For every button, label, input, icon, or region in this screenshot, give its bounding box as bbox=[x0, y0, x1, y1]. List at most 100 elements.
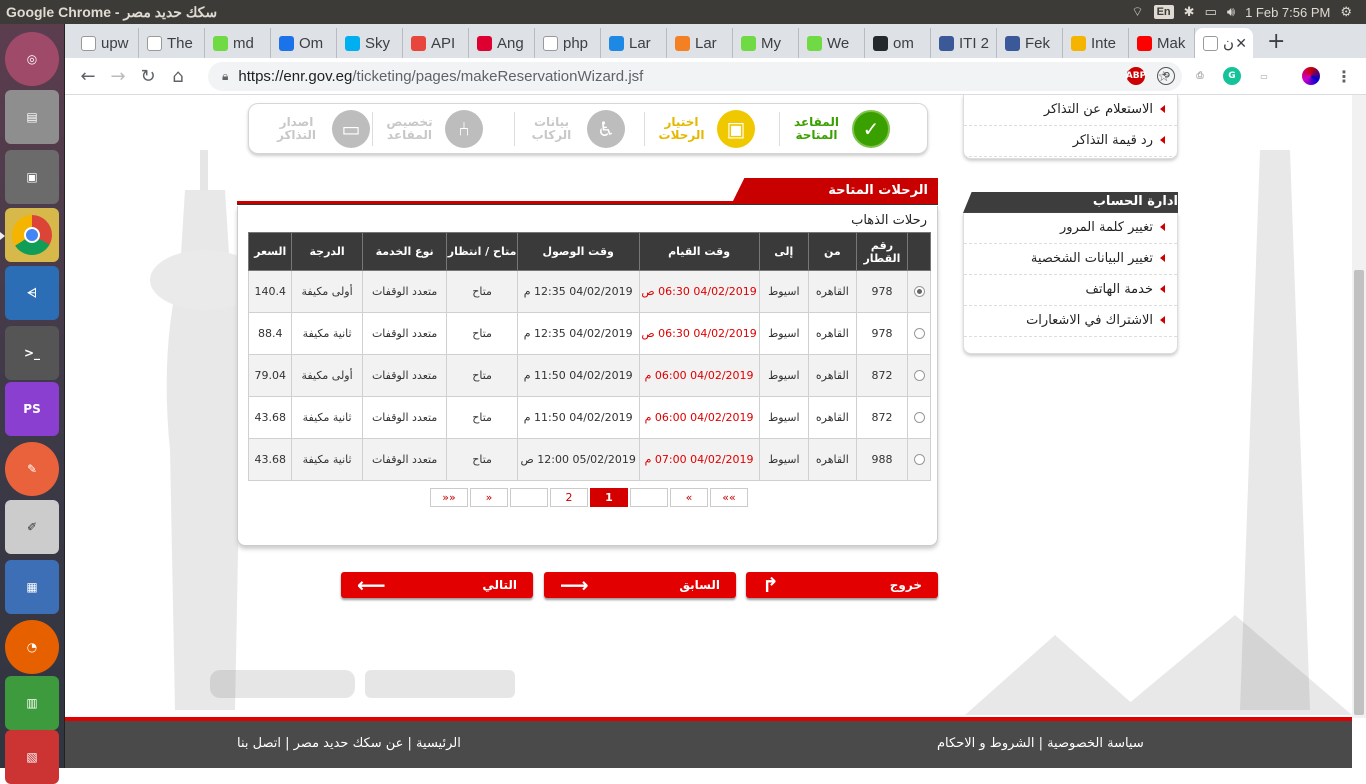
account-link[interactable]: خدمة الهاتف bbox=[964, 275, 1177, 306]
scrollbar-thumb[interactable] bbox=[1354, 270, 1364, 715]
column-header: رقم القطار bbox=[855, 232, 909, 271]
browser-tab[interactable]: php bbox=[535, 28, 601, 58]
seat-icon: ⑃ bbox=[445, 110, 483, 148]
table-row[interactable]: 872 القاهره اسيوط 04/02/2019 06:00 م 04/02/2… bbox=[247, 396, 931, 439]
trip-radio[interactable] bbox=[913, 370, 925, 381]
wizard-step-divider bbox=[514, 112, 515, 146]
browser-tab[interactable]: om bbox=[865, 28, 931, 58]
battery-icon[interactable]: ▭ bbox=[1205, 4, 1217, 20]
trip-radio[interactable] bbox=[913, 412, 925, 423]
pager-prev-button[interactable]: « bbox=[670, 488, 708, 507]
browser-tab[interactable]: ITI 2 bbox=[931, 28, 997, 58]
vscode-icon[interactable]: ⩤ bbox=[5, 266, 59, 320]
browser-tab[interactable]: API bbox=[403, 28, 469, 58]
table-row[interactable]: 978 القاهره اسيوط 04/02/2019 06:30 ص 04/02/2… bbox=[247, 270, 931, 313]
trip-radio[interactable] bbox=[913, 454, 925, 465]
wizard-step-label: بيانات الركاب bbox=[531, 115, 572, 142]
browser-tab[interactable]: We bbox=[799, 28, 865, 58]
trip-radio[interactable] bbox=[913, 286, 925, 297]
address-bar[interactable]: 🔒︎ https://enr.gov.eg/ticketing/pages/ma… bbox=[208, 62, 1182, 91]
forward-icon[interactable]: → bbox=[103, 66, 133, 87]
phpstorm-icon[interactable]: PS bbox=[5, 382, 59, 436]
pager-page-2-button[interactable]: 2 bbox=[550, 488, 588, 507]
tickets-links-box: الاستعلام عن التذاكر رد قيمة التذاكر bbox=[963, 95, 1178, 159]
cell-dep: 04/02/2019 06:00 م bbox=[638, 396, 760, 439]
exit-button[interactable]: ↱ خروج bbox=[746, 572, 938, 598]
browser-tab[interactable]: Sky bbox=[337, 28, 403, 58]
presentation-icon[interactable]: ▦ bbox=[5, 560, 59, 614]
select-cell[interactable] bbox=[907, 438, 931, 481]
browser-tab[interactable]: Lar bbox=[601, 28, 667, 58]
reload-icon[interactable]: ↻ bbox=[133, 66, 163, 87]
select-cell[interactable] bbox=[907, 270, 931, 313]
browser-tab[interactable]: Fek bbox=[997, 28, 1063, 58]
column-header: متاح / انتظار bbox=[446, 232, 518, 271]
pager-next-button[interactable]: » bbox=[470, 488, 508, 507]
pager-last-button[interactable]: «« bbox=[710, 488, 748, 507]
table-row[interactable]: 978 القاهره اسيوط 04/02/2019 06:30 ص 04/02/2… bbox=[247, 312, 931, 355]
home-icon[interactable]: ⌂ bbox=[163, 66, 193, 87]
previous-button[interactable]: ⟶ السابق bbox=[544, 572, 736, 598]
browser-tab[interactable]: md bbox=[205, 28, 271, 58]
tickets-link[interactable]: رد قيمة التذاكر bbox=[964, 126, 1177, 157]
next-button-label: التالي bbox=[482, 578, 517, 592]
postman-icon[interactable]: ✎ bbox=[5, 442, 59, 496]
upwork-icon bbox=[807, 35, 822, 51]
text-editor-icon[interactable]: ✐ bbox=[5, 500, 59, 554]
account-link[interactable]: تغيير كلمة المرور bbox=[964, 213, 1177, 244]
extension-2-icon[interactable]: ▭ bbox=[1255, 67, 1273, 85]
browser-tab[interactable]: Inte bbox=[1063, 28, 1129, 58]
profile-avatar[interactable] bbox=[1302, 67, 1320, 85]
power-gear-icon[interactable]: ⚙ bbox=[1340, 4, 1352, 20]
table-row[interactable]: 988 القاهره اسيوط 04/02/2019 07:00 م 05/02/2… bbox=[247, 438, 931, 481]
volume-icon[interactable]: 🔊︎ bbox=[1227, 4, 1235, 20]
cell-train: 872 bbox=[855, 354, 909, 397]
chrome-icon[interactable] bbox=[0, 208, 59, 262]
browser-tab[interactable]: ن ✕ bbox=[1195, 28, 1253, 58]
account-link[interactable]: الاشتراك في الاشعارات bbox=[964, 306, 1177, 337]
pager-blank-button[interactable] bbox=[510, 488, 548, 507]
browser-tab[interactable]: My bbox=[733, 28, 799, 58]
spreadsheet-icon[interactable]: ▥ bbox=[5, 676, 59, 730]
browser-tab[interactable]: Lar bbox=[667, 28, 733, 58]
next-button[interactable]: ⟵ التالي bbox=[341, 572, 533, 598]
wizard-step-divider bbox=[644, 112, 645, 146]
keyboard-language[interactable]: En bbox=[1153, 5, 1174, 19]
bluetooth-icon[interactable]: ✱ bbox=[1184, 4, 1195, 20]
footer-links-left[interactable]: الرئيسية | عن سكك حديد مصر | اتصل بنا bbox=[237, 736, 461, 751]
clock[interactable]: 1 Feb 7:56 PM bbox=[1245, 5, 1330, 20]
terminal-icon[interactable]: >_ bbox=[5, 326, 59, 380]
new-tab-icon[interactable]: + bbox=[1253, 29, 1285, 58]
footer-links-right[interactable]: سياسة الخصوصية | الشروط و الاحكام bbox=[937, 736, 1144, 751]
select-cell[interactable] bbox=[907, 354, 931, 397]
browser-tab[interactable]: Mak bbox=[1129, 28, 1195, 58]
back-icon[interactable]: ← bbox=[73, 66, 103, 87]
extension-icon[interactable]: ⟲ bbox=[1157, 67, 1175, 85]
browser-tab[interactable]: Om bbox=[271, 28, 337, 58]
grammarly-icon[interactable]: G bbox=[1223, 67, 1241, 85]
table-row[interactable]: 872 القاهره اسيوط 04/02/2019 06:00 م 04/02/2… bbox=[247, 354, 931, 397]
account-link[interactable]: تغيير البيانات الشخصية bbox=[964, 244, 1177, 275]
pager-first-button[interactable]: »» bbox=[430, 488, 468, 507]
tickets-link[interactable]: الاستعلام عن التذاكر bbox=[964, 95, 1177, 126]
cell-from: القاهره bbox=[808, 396, 857, 439]
wifi-icon[interactable]: ⌔ bbox=[1131, 4, 1143, 20]
ubuntu-dash-icon[interactable]: ◎ bbox=[5, 32, 59, 86]
pager-current-page[interactable]: 1 bbox=[590, 488, 628, 507]
adblock-icon[interactable]: ABP bbox=[1126, 67, 1146, 85]
page-scrollbar[interactable] bbox=[1352, 95, 1366, 718]
pager-blank-button[interactable] bbox=[630, 488, 668, 507]
menu-kebab-icon[interactable]: ⋮ bbox=[1335, 67, 1353, 86]
file-manager-icon[interactable]: ▣ bbox=[5, 150, 59, 204]
printer-icon[interactable]: ⎙ bbox=[1191, 67, 1209, 85]
select-cell[interactable] bbox=[907, 396, 931, 439]
select-cell[interactable] bbox=[907, 312, 931, 355]
close-tab-icon[interactable]: ✕ bbox=[1235, 35, 1247, 52]
firefox-icon[interactable]: ◔ bbox=[5, 620, 59, 674]
files-drive-icon[interactable]: ▤ bbox=[5, 90, 59, 144]
browser-tab[interactable]: The bbox=[139, 28, 205, 58]
browser-tab[interactable]: upw bbox=[73, 28, 139, 58]
trip-radio[interactable] bbox=[913, 328, 925, 339]
browser-tab[interactable]: Ang bbox=[469, 28, 535, 58]
document-icon[interactable]: ▧ bbox=[5, 730, 59, 784]
